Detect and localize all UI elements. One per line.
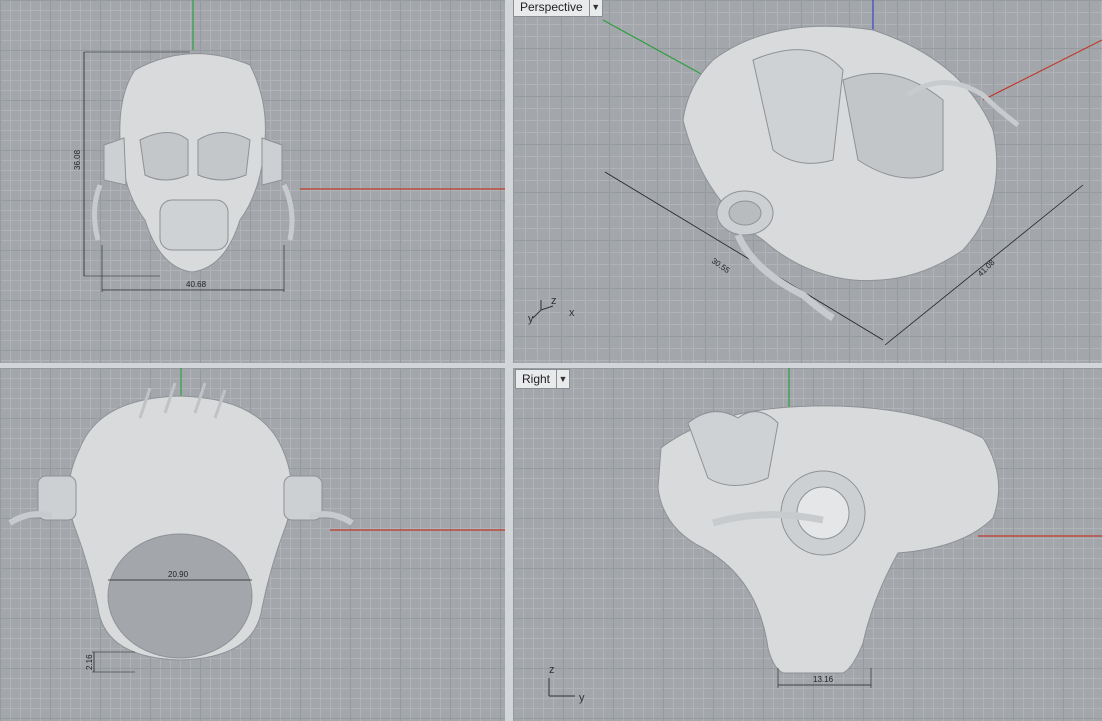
top-view-scene: 36.08 40.68 <box>73 0 505 292</box>
axis-triad-icon: z y <box>548 664 585 704</box>
viewport-label-perspective[interactable]: Perspective ▼ <box>513 0 603 17</box>
right-view-scene: 13.16 z y <box>548 368 1102 704</box>
dim-text-a: 30.55 <box>710 256 732 275</box>
viewport-top[interactable]: 36.08 40.68 <box>0 0 505 363</box>
dim-text-b: 41.08 <box>976 258 997 279</box>
axis-label-y: y <box>579 692 585 704</box>
viewport-name[interactable]: Perspective <box>514 0 589 16</box>
dim-text-height: 36.08 <box>73 149 82 170</box>
viewport-label-right[interactable]: Right ▼ <box>515 369 571 389</box>
axis-label-z: z <box>549 664 555 676</box>
ring-model-front[interactable] <box>8 382 354 661</box>
dim-text-width: 13.16 <box>813 675 834 684</box>
viewport-divider-vertical[interactable] <box>505 0 513 721</box>
viewport-front[interactable]: 20.90 2.16 <box>0 368 505 721</box>
y-axis-line <box>602 19 704 76</box>
viewport-right[interactable]: 13.16 z y Right ▼ <box>513 368 1102 721</box>
viewport-divider-horizontal[interactable] <box>0 363 1102 368</box>
axis-label-x: x <box>569 307 575 319</box>
ring-model-right[interactable] <box>657 405 1000 674</box>
axis-label-z: z <box>551 295 557 307</box>
dim-text-inner: 20.90 <box>168 570 189 579</box>
skull-model-perspective[interactable] <box>682 25 1020 322</box>
skull-model-top[interactable] <box>92 53 295 273</box>
front-view-scene: 20.90 2.16 <box>8 368 505 673</box>
viewport-perspective[interactable]: 30.55 41.08 y z x Perspective ▼ <box>513 0 1102 363</box>
chevron-down-icon[interactable]: ▼ <box>556 370 569 388</box>
perspective-view-scene: 30.55 41.08 y z x <box>528 0 1102 346</box>
dim-text-width: 40.68 <box>186 280 207 289</box>
dim-text-band: 2.16 <box>85 654 94 670</box>
axis-label-y: y <box>528 313 534 325</box>
x-axis-line <box>982 39 1102 101</box>
chevron-down-icon[interactable]: ▼ <box>588 0 602 16</box>
viewport-name[interactable]: Right <box>516 370 556 388</box>
axis-triad-icon: y z x <box>528 295 575 325</box>
